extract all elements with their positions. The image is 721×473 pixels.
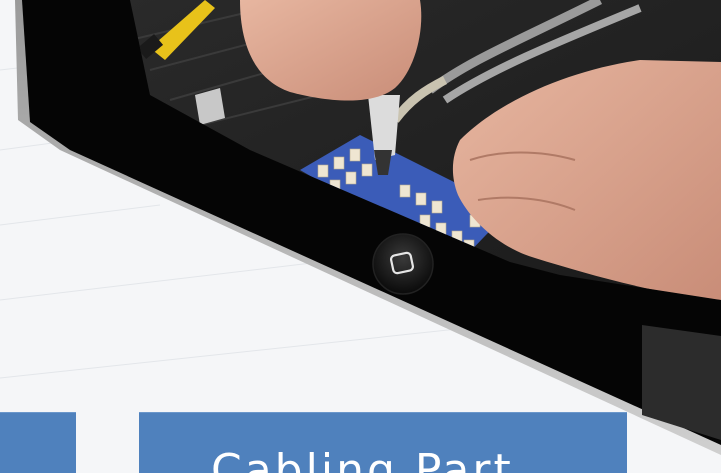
card-left[interactable]	[0, 412, 76, 473]
tablet-photo	[15, 0, 721, 455]
card-title: Cabling Part	[211, 445, 514, 473]
home-button[interactable]	[372, 233, 434, 295]
card-cabling-part[interactable]: Cabling Part	[139, 412, 627, 473]
